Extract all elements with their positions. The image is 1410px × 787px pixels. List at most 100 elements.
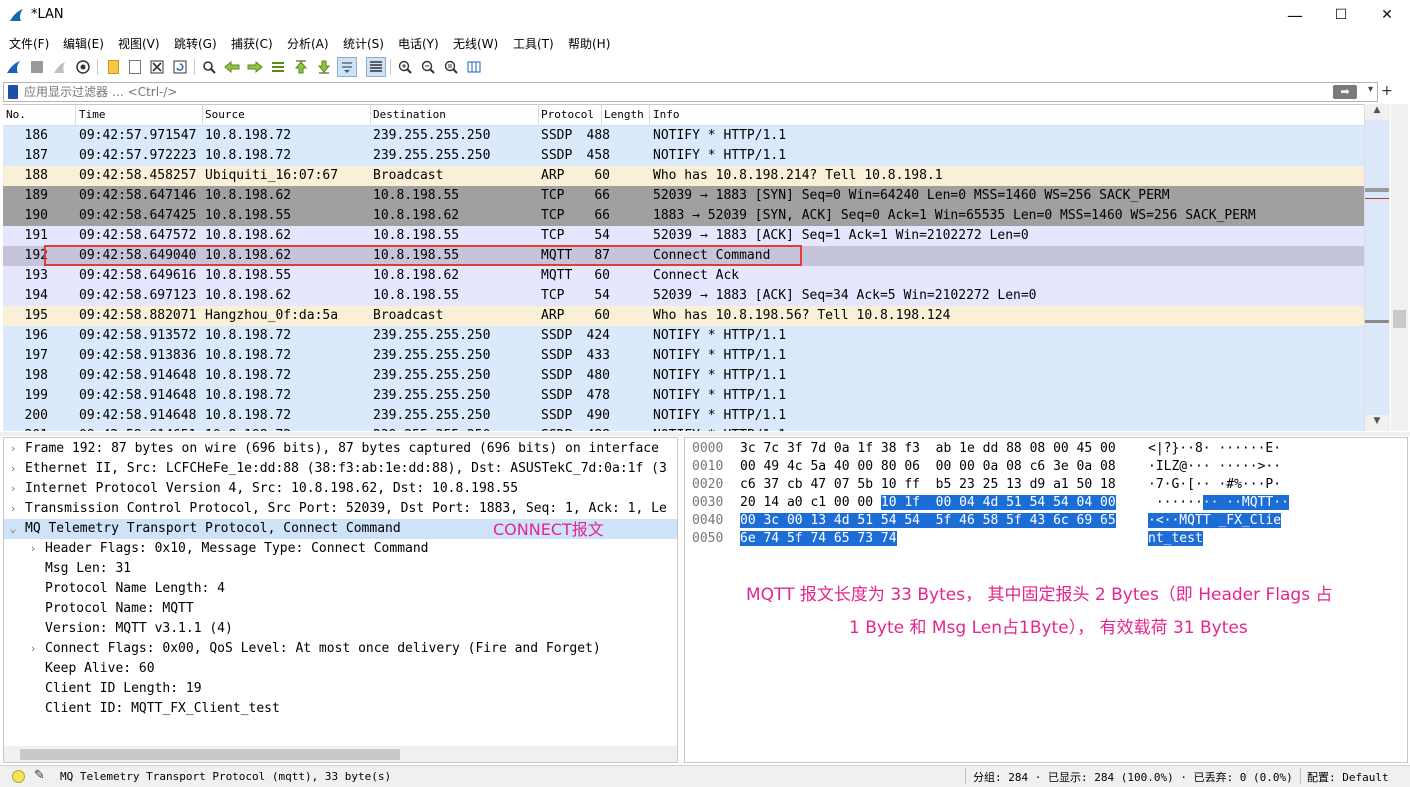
- menu-telephony[interactable]: 电话(Y): [398, 35, 439, 52]
- go-back-icon[interactable]: [222, 57, 242, 77]
- detail-tree-item[interactable]: Protocol Name Length: 4: [4, 579, 677, 599]
- packet-list-scroll-thumb[interactable]: [1393, 310, 1406, 328]
- column-divider[interactable]: [538, 105, 539, 126]
- reload-file-icon[interactable]: [170, 57, 190, 77]
- minimize-button[interactable]: —: [1272, 0, 1318, 30]
- hex-bytes[interactable]: 20 14 a0 c1 00 00 10 1f 00 04 4d 51 54 5…: [740, 494, 1116, 512]
- column-divider[interactable]: [649, 105, 650, 126]
- packet-row[interactable]: 193 09:42:58.649616 10.8.198.55 10.8.198.62…: [3, 266, 1364, 286]
- packet-row[interactable]: 186 09:42:57.971547 10.8.198.72 239.255.255…: [3, 126, 1364, 146]
- packet-row[interactable]: 201 09:42:58.914651 10.8.198.72 239.255.255…: [3, 426, 1364, 431]
- menu-file[interactable]: 文件(F): [9, 35, 49, 52]
- autoscroll-icon[interactable]: [337, 57, 357, 77]
- stop-capture-icon[interactable]: [27, 57, 47, 77]
- column-divider[interactable]: [202, 105, 203, 126]
- zoom-normal-icon[interactable]: [441, 57, 461, 77]
- detail-tree-item[interactable]: › Ethernet II, Src: LCFCHeFe_1e:dd:88 (38…: [4, 459, 677, 479]
- restart-capture-icon[interactable]: [50, 57, 70, 77]
- pane-splitter[interactable]: [0, 432, 1410, 436]
- menu-wireless[interactable]: 无线(W): [453, 35, 498, 52]
- shark-fin-start-icon[interactable]: [4, 57, 24, 77]
- menu-capture[interactable]: 捕获(C): [231, 35, 273, 52]
- expand-arrow-icon[interactable]: ›: [27, 539, 39, 559]
- detail-tree-item[interactable]: › Header Flags: 0x10, Message Type: Conne…: [4, 539, 677, 559]
- last-packet-icon[interactable]: [314, 57, 334, 77]
- detail-tree-item[interactable]: Msg Len: 31: [4, 559, 677, 579]
- column-divider[interactable]: [370, 105, 371, 126]
- menu-tools[interactable]: 工具(T): [513, 35, 554, 52]
- resize-columns-icon[interactable]: [464, 57, 484, 77]
- detail-tree-item[interactable]: › Internet Protocol Version 4, Src: 10.8.…: [4, 479, 677, 499]
- display-filter-input[interactable]: [24, 83, 1124, 101]
- colorize-icon[interactable]: [366, 57, 386, 77]
- maximize-button[interactable]: ☐: [1318, 0, 1364, 30]
- column-header-time[interactable]: Time: [79, 108, 106, 121]
- packet-row[interactable]: 190 09:42:58.647425 10.8.198.55 10.8.198.62…: [3, 206, 1364, 226]
- find-packet-icon[interactable]: [199, 57, 219, 77]
- ascii-bytes[interactable]: nt_test: [1148, 530, 1203, 548]
- packet-row[interactable]: 188 09:42:58.458257 Ubiquiti_16:07:67 Broad…: [3, 166, 1364, 186]
- menu-help[interactable]: 帮助(H): [568, 35, 610, 52]
- expand-arrow-icon[interactable]: ›: [27, 639, 39, 659]
- capture-comment-icon[interactable]: ✎: [34, 768, 45, 783]
- close-file-icon[interactable]: [147, 57, 167, 77]
- go-forward-icon[interactable]: [245, 57, 265, 77]
- detail-tree-item[interactable]: Client ID: MQTT_FX_Client_test: [4, 699, 677, 719]
- go-to-packet-icon[interactable]: [268, 57, 288, 77]
- close-button[interactable]: ✕: [1364, 0, 1410, 30]
- hex-bytes[interactable]: c6 37 cb 47 07 5b 10 ff b5 23 25 13 d9 a…: [740, 476, 1116, 494]
- ascii-bytes[interactable]: ········ ··MQTT··: [1148, 494, 1289, 512]
- detail-tree-item[interactable]: Version: MQTT v3.1.1 (4): [4, 619, 677, 639]
- packet-row[interactable]: 198 09:42:58.914648 10.8.198.72 239.255.255…: [3, 366, 1364, 386]
- expand-arrow-icon[interactable]: ›: [7, 439, 19, 459]
- first-packet-icon[interactable]: [291, 57, 311, 77]
- expand-arrow-icon[interactable]: ›: [7, 459, 19, 479]
- ascii-bytes[interactable]: ·ILZ@··· ·····>··: [1148, 458, 1281, 476]
- open-file-icon[interactable]: [103, 57, 123, 77]
- packet-row[interactable]: 191 09:42:58.647572 10.8.198.62 10.8.198.55…: [3, 226, 1364, 246]
- column-header-source[interactable]: Source: [205, 108, 245, 121]
- status-profile[interactable]: 配置: Default: [1307, 769, 1389, 785]
- menu-analyze[interactable]: 分析(A): [287, 35, 329, 52]
- save-file-icon[interactable]: [125, 57, 145, 77]
- ascii-bytes[interactable]: ·<··MQTT _FX_Clie: [1148, 512, 1282, 530]
- menu-edit[interactable]: 编辑(E): [63, 35, 104, 52]
- hex-bytes[interactable]: 3c 7c 3f 7d 0a 1f 38 f3 ab 1e dd 88 08 0…: [740, 440, 1116, 458]
- capture-options-icon[interactable]: [73, 57, 93, 77]
- hex-bytes[interactable]: 6e 74 5f 74 65 73 74: [740, 530, 897, 548]
- bookmark-icon[interactable]: [8, 85, 18, 99]
- packet-row[interactable]: 195 09:42:58.882071 Hangzhou_0f:da:5a Broad…: [3, 306, 1364, 326]
- packet-row[interactable]: 189 09:42:58.647146 10.8.198.62 10.8.198.55…: [3, 186, 1364, 206]
- menu-statistics[interactable]: 统计(S): [343, 35, 384, 52]
- packet-row[interactable]: 196 09:42:58.913572 10.8.198.72 239.255.255…: [3, 326, 1364, 346]
- packet-row[interactable]: 199 09:42:58.914648 10.8.198.72 239.255.255…: [3, 386, 1364, 406]
- detail-tree-item[interactable]: Keep Alive: 60: [4, 659, 677, 679]
- column-header-protocol[interactable]: Protocol: [541, 108, 594, 121]
- packet-row[interactable]: 187 09:42:57.972223 10.8.198.72 239.255.255…: [3, 146, 1364, 166]
- expand-arrow-icon[interactable]: ›: [7, 499, 19, 519]
- column-header-no[interactable]: No.: [6, 108, 26, 121]
- ascii-bytes[interactable]: <|?}··8· ······E·: [1148, 440, 1281, 458]
- hex-bytes[interactable]: 00 3c 00 13 4d 51 54 54 5f 46 58 5f 43 6…: [740, 512, 1116, 530]
- scroll-down-icon[interactable]: ▼: [1364, 416, 1390, 430]
- menu-go[interactable]: 跳转(G): [174, 35, 217, 52]
- expand-arrow-icon[interactable]: ›: [7, 479, 19, 499]
- expand-arrow-icon[interactable]: ⌄: [7, 519, 19, 539]
- packet-row[interactable]: 192 09:42:58.649040 10.8.198.62 10.8.198.55…: [3, 246, 1364, 266]
- scroll-up-icon[interactable]: ▲: [1364, 105, 1390, 119]
- column-header-length[interactable]: Length: [604, 108, 644, 121]
- filter-history-dropdown[interactable]: ▾: [1368, 84, 1373, 95]
- column-divider[interactable]: [601, 105, 602, 126]
- packet-list-scrollbar[interactable]: [1391, 104, 1408, 431]
- packet-row[interactable]: 194 09:42:58.697123 10.8.198.62 10.8.198.55…: [3, 286, 1364, 306]
- expert-info-icon[interactable]: [12, 770, 25, 783]
- menu-view[interactable]: 视图(V): [118, 35, 160, 52]
- detail-tree-item[interactable]: › Frame 192: 87 bytes on wire (696 bits),…: [4, 439, 677, 459]
- apply-filter-button[interactable]: ➡: [1333, 85, 1357, 99]
- packet-minimap[interactable]: [1365, 120, 1389, 415]
- detail-tree-item[interactable]: Client ID Length: 19: [4, 679, 677, 699]
- packet-row[interactable]: 197 09:42:58.913836 10.8.198.72 239.255.255…: [3, 346, 1364, 366]
- column-header-info[interactable]: Info: [653, 108, 680, 121]
- add-filter-button[interactable]: +: [1381, 83, 1393, 99]
- hex-bytes[interactable]: 00 49 4c 5a 40 00 80 06 00 00 0a 08 c6 3…: [740, 458, 1116, 476]
